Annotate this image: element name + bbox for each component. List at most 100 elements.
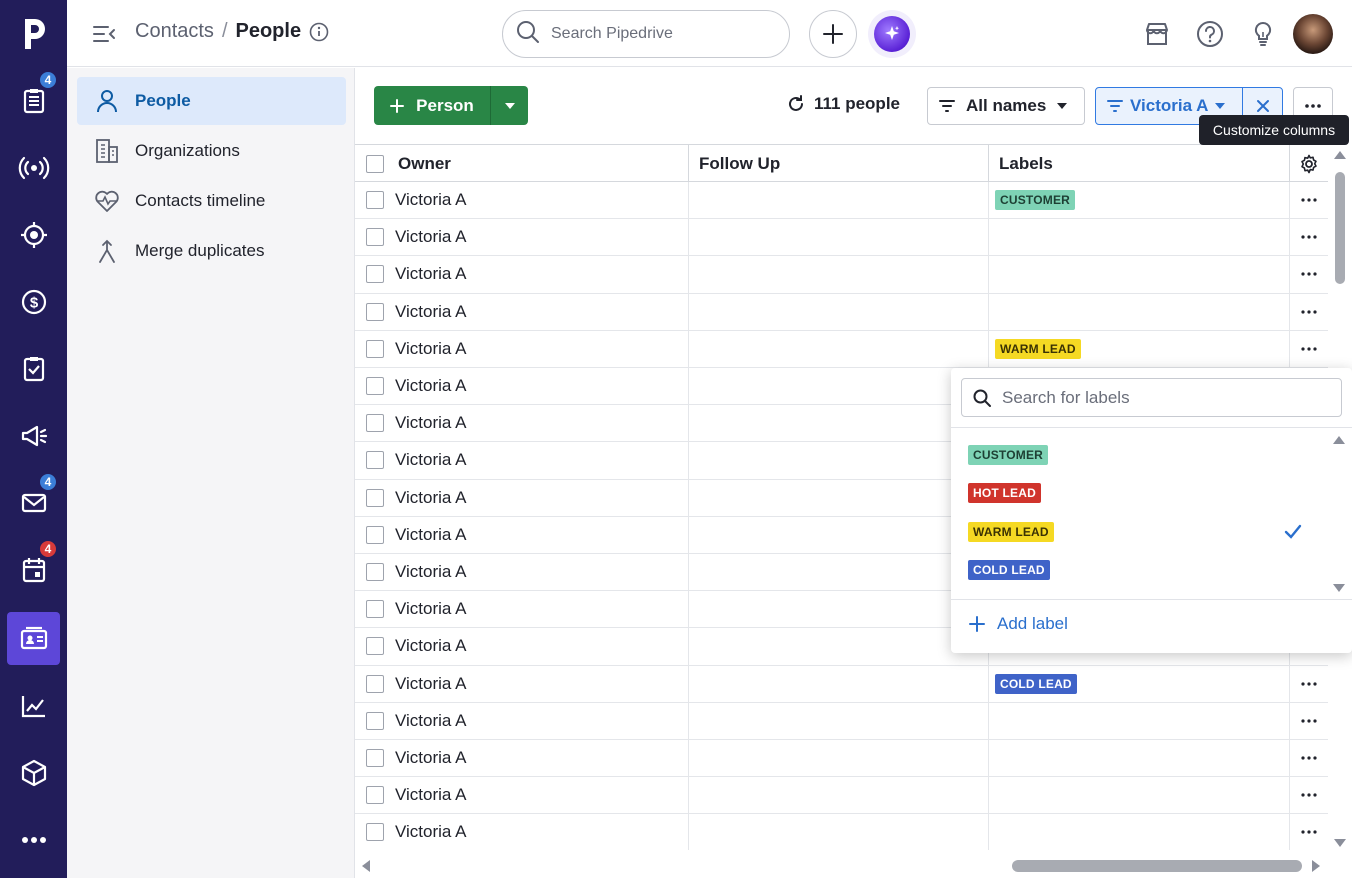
sidebar-item-merge-duplicates[interactable]: Merge duplicates [77, 227, 346, 275]
column-header-labels[interactable]: Labels [989, 145, 1290, 182]
owner-cell[interactable]: Victoria A [395, 405, 689, 442]
help-icon[interactable] [1196, 20, 1224, 48]
rail-dollar-icon[interactable]: $ [7, 275, 60, 328]
collapse-menu-icon[interactable] [91, 21, 117, 47]
column-header-owner[interactable]: Owner [389, 145, 689, 182]
labels-cell[interactable]: WARM LEAD [989, 330, 1290, 367]
follow-up-cell[interactable] [689, 591, 989, 628]
labels-cell[interactable] [989, 256, 1290, 293]
sidebar-item-people[interactable]: People [77, 77, 346, 125]
owner-cell[interactable]: Victoria A [395, 219, 689, 256]
add-person-button[interactable]: Person [374, 86, 490, 125]
add-label-button[interactable]: Add label [969, 614, 1068, 634]
follow-up-cell[interactable] [689, 740, 989, 777]
label-option[interactable]: CUSTOMER [968, 442, 1318, 468]
owner-cell[interactable]: Victoria A [395, 628, 689, 665]
row-checkbox[interactable] [366, 339, 384, 358]
owner-cell[interactable]: Victoria A [395, 516, 689, 553]
owner-cell[interactable]: Victoria A [395, 330, 689, 367]
row-actions-button[interactable] [1290, 666, 1328, 702]
rail-mail-icon[interactable]: 4 [7, 472, 60, 529]
table-row[interactable]: Victoria A [355, 256, 1328, 294]
row-actions-button[interactable] [1290, 331, 1328, 367]
row-checkbox[interactable] [366, 377, 384, 396]
row-checkbox[interactable] [366, 228, 384, 247]
follow-up-cell[interactable] [689, 777, 989, 814]
breadcrumb-contacts[interactable]: Contacts [135, 20, 214, 43]
labels-cell[interactable] [989, 740, 1290, 777]
owner-cell[interactable]: Victoria A [395, 740, 689, 777]
label-option[interactable]: WARM LEAD [968, 519, 1318, 545]
rail-deals-radio-icon[interactable] [7, 141, 60, 194]
owner-cell[interactable]: Victoria A [395, 702, 689, 739]
owner-cell[interactable]: Victoria A [395, 591, 689, 628]
quick-add-button[interactable] [809, 10, 857, 58]
row-checkbox[interactable] [366, 488, 384, 507]
row-checkbox[interactable] [366, 451, 384, 470]
follow-up-cell[interactable] [689, 368, 989, 405]
pipedrive-logo[interactable] [0, 0, 67, 67]
global-search[interactable] [502, 10, 790, 58]
row-checkbox[interactable] [366, 711, 384, 730]
rail-insights-icon[interactable] [7, 679, 60, 732]
row-checkbox[interactable] [366, 786, 384, 805]
label-option[interactable]: HOT LEAD [968, 480, 1318, 506]
row-checkbox[interactable] [366, 674, 384, 693]
owner-cell[interactable]: Victoria A [395, 256, 689, 293]
row-actions-button[interactable] [1290, 219, 1328, 255]
follow-up-cell[interactable] [689, 628, 989, 665]
labels-cell[interactable] [989, 814, 1290, 850]
follow-up-cell[interactable] [689, 442, 989, 479]
add-person-dropdown-button[interactable] [490, 86, 528, 125]
row-actions-button[interactable] [1290, 294, 1328, 330]
row-checkbox[interactable] [366, 525, 384, 544]
row-actions-button[interactable] [1290, 814, 1328, 850]
row-actions-button[interactable] [1290, 182, 1328, 218]
table-row[interactable]: Victoria A [355, 777, 1328, 815]
horizontal-scroll-thumb[interactable] [1012, 860, 1302, 872]
marketplace-icon[interactable] [1143, 20, 1171, 48]
user-avatar[interactable] [1293, 14, 1333, 54]
row-actions-button[interactable] [1290, 740, 1328, 776]
select-all-checkbox[interactable] [366, 154, 384, 173]
table-row[interactable]: Victoria A WARM LEAD [355, 330, 1328, 368]
owner-cell[interactable]: Victoria A [395, 368, 689, 405]
table-row[interactable]: Victoria A [355, 293, 1328, 331]
rail-products-icon[interactable] [7, 746, 60, 799]
owner-cell[interactable]: Victoria A [395, 442, 689, 479]
owner-cell[interactable]: Victoria A [395, 814, 689, 850]
row-checkbox[interactable] [366, 600, 384, 619]
row-checkbox[interactable] [366, 563, 384, 582]
labels-cell[interactable] [989, 777, 1290, 814]
labels-cell[interactable]: COLD LEAD [989, 665, 1290, 702]
vertical-scroll-thumb[interactable] [1335, 172, 1345, 284]
row-actions-button[interactable] [1290, 777, 1328, 813]
follow-up-cell[interactable] [689, 702, 989, 739]
rail-campaigns-icon[interactable] [7, 409, 60, 462]
owner-cell[interactable]: Victoria A [395, 665, 689, 702]
rail-calendar-icon[interactable]: 4 [7, 539, 60, 596]
owner-cell[interactable]: Victoria A [395, 777, 689, 814]
table-row[interactable]: Victoria A CUSTOMER [355, 182, 1328, 220]
row-checkbox[interactable] [366, 414, 384, 433]
info-icon[interactable] [309, 22, 329, 42]
follow-up-cell[interactable] [689, 479, 989, 516]
owner-cell[interactable]: Victoria A [395, 182, 689, 219]
table-row[interactable]: Victoria A [355, 740, 1328, 778]
row-actions-button[interactable] [1290, 256, 1328, 292]
label-search-input[interactable] [1002, 387, 1322, 408]
labels-cell[interactable] [989, 702, 1290, 739]
table-row[interactable]: Victoria A COLD LEAD [355, 665, 1328, 703]
sidebar-item-organizations[interactable]: Organizations [77, 127, 346, 175]
labels-cell[interactable]: CUSTOMER [989, 182, 1290, 219]
rail-more-icon[interactable] [7, 813, 60, 866]
owner-cell[interactable]: Victoria A [395, 293, 689, 330]
follow-up-cell[interactable] [689, 256, 989, 293]
labels-cell[interactable] [989, 219, 1290, 256]
owner-cell[interactable]: Victoria A [395, 479, 689, 516]
row-checkbox[interactable] [366, 302, 384, 321]
rail-target-icon[interactable] [7, 208, 60, 261]
follow-up-cell[interactable] [689, 182, 989, 219]
rail-tasks-icon[interactable] [7, 342, 60, 395]
labels-cell[interactable] [989, 293, 1290, 330]
